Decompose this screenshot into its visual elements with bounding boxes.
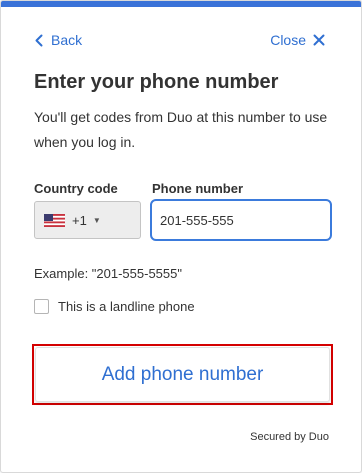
country-code-label: Country code xyxy=(34,181,118,196)
phone-number-input[interactable] xyxy=(150,199,332,241)
phone-number-label: Phone number xyxy=(152,181,244,196)
top-accent-bar xyxy=(1,1,361,7)
add-phone-button[interactable]: Add phone number xyxy=(35,347,330,402)
enroll-card: Back Close Enter your phone number You'l… xyxy=(0,0,362,473)
chevron-left-icon xyxy=(35,34,43,46)
us-flag-icon xyxy=(44,213,65,227)
back-link[interactable]: Back xyxy=(34,32,82,48)
close-label: Close xyxy=(270,32,306,48)
caret-down-icon: ▼ xyxy=(92,215,101,225)
landline-option[interactable]: This is a landline phone xyxy=(34,299,195,314)
close-link[interactable]: Close xyxy=(270,32,325,48)
page-description: You'll get codes from Duo at this number… xyxy=(34,109,328,150)
back-label: Back xyxy=(51,32,83,48)
close-icon xyxy=(313,34,325,46)
country-code-value: +1 xyxy=(72,212,87,228)
secured-by-text: Secured by Duo xyxy=(250,431,329,443)
page-title: Enter your phone number xyxy=(34,71,279,93)
phone-example-text: Example: "201-555-5555" xyxy=(34,266,182,281)
landline-checkbox[interactable] xyxy=(34,299,49,314)
country-code-select[interactable]: +1 ▼ xyxy=(34,201,141,239)
landline-label: This is a landline phone xyxy=(58,299,195,314)
